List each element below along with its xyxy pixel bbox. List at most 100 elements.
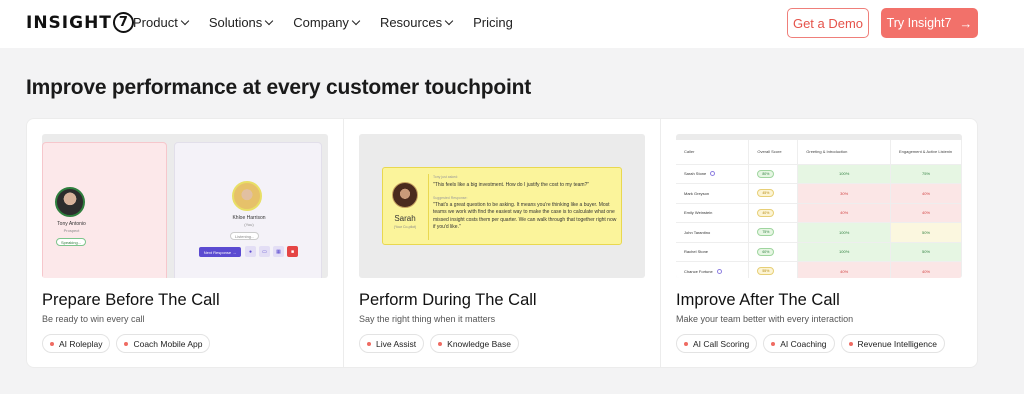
engagement-cell: 40% — [890, 203, 962, 223]
menu-item-resources[interactable]: Resources — [380, 15, 454, 30]
chevron-down-icon — [444, 16, 454, 26]
score-cell: 45% — [748, 183, 799, 204]
camera-icon: ▭ — [259, 246, 270, 257]
try-button-label: Try Insight7 — [886, 16, 952, 30]
column-header: Caller — [676, 140, 750, 165]
tag-label: AI Roleplay — [59, 338, 103, 349]
menu-item-company[interactable]: Company — [293, 15, 361, 30]
score-badge: 60% — [757, 247, 775, 256]
divider — [428, 174, 429, 240]
card-perform[interactable]: Sarah (Your Co-pilot) Tony just asked: "… — [343, 119, 660, 367]
caller-name: Chance Fortune — [684, 268, 713, 274]
menu-item-label: Product — [133, 15, 178, 30]
greeting-cell: 40% — [797, 203, 892, 223]
caller-cell: John Tarantino — [676, 222, 750, 243]
score-cell: 80% — [748, 164, 799, 184]
tag-label: AI Coaching — [780, 338, 827, 349]
you-role: (You) — [244, 222, 254, 227]
tag-live-assist[interactable]: Live Assist — [359, 334, 425, 353]
score-badge: 80% — [757, 169, 775, 178]
listening-status: Listening... — [230, 232, 260, 240]
menu-item-label: Pricing — [473, 15, 513, 30]
feature-cards: Tony Antonio Prospect Speaking... Khloe … — [26, 118, 978, 368]
answer-text: "That's a great question to be asking. I… — [433, 202, 617, 230]
caller-name: Mark Greyson — [684, 190, 710, 196]
menu-item-product[interactable]: Product — [133, 15, 190, 30]
table-row: Sarah Stone 80% 100% 75% — [676, 164, 962, 184]
tag-ai-coaching[interactable]: AI Coaching — [763, 334, 835, 353]
card-tags: AI Call Scoring AI Coaching Revenue Inte… — [676, 334, 951, 353]
top-nav: INSIGHT 7 Product Solutions Company Reso… — [0, 0, 1024, 48]
menu-item-label: Solutions — [208, 15, 263, 30]
greeting-cell: 100% — [797, 242, 892, 262]
caller-cell: Mark Greyson — [676, 183, 750, 204]
caller-cell: Chance Fortune — [676, 261, 750, 278]
table-row: Chance Fortune 55% 40% 40% — [676, 261, 962, 278]
score-badge: 45% — [757, 189, 775, 198]
card-title: Improve After The Call — [676, 291, 840, 309]
live-assist-visual: Sarah (Your Co-pilot) Tony just asked: "… — [359, 134, 645, 278]
table-row: Emily Weinstein 40% 40% 40% — [676, 203, 962, 223]
copilot-suggestion-box: Sarah (Your Co-pilot) Tony just asked: "… — [382, 167, 622, 245]
call-scoring-visual: Caller Overall Score Greeting & Introduc… — [676, 134, 962, 278]
question-label: Tony just asked: — [433, 175, 459, 179]
copilot-role: (Your Co-pilot) — [393, 225, 417, 229]
score-cell: 75% — [748, 222, 799, 243]
you-name: Khloe Harrison — [232, 215, 266, 221]
caller-name: Sarah Stone — [684, 171, 707, 177]
card-subtitle: Make your team better with every interac… — [676, 314, 854, 324]
main-menu: Product Solutions Company Resources Pric… — [133, 15, 534, 30]
info-icon — [710, 171, 716, 177]
speaking-status: Speaking... — [56, 238, 87, 246]
table-row: Rachel Stone 60% 100% 50% — [676, 242, 962, 262]
tag-ai-call-scoring[interactable]: AI Call Scoring — [676, 334, 758, 353]
caller-cell: Rachel Stone — [676, 242, 750, 262]
score-cell: 40% — [748, 203, 799, 223]
logo[interactable]: INSIGHT 7 — [26, 12, 134, 33]
tag-coach-mobile-app[interactable]: Coach Mobile App — [116, 334, 211, 353]
card-tags: AI Roleplay Coach Mobile App — [42, 334, 216, 353]
mic-icon: ● — [245, 246, 256, 257]
dot-icon — [848, 341, 853, 346]
chevron-down-icon — [180, 16, 190, 26]
answer-label: Suggested Response: — [433, 196, 468, 200]
tag-knowledge-base[interactable]: Knowledge Base — [430, 334, 519, 353]
engagement-cell: 40% — [890, 183, 962, 204]
score-cell: 55% — [748, 261, 799, 278]
dot-icon — [124, 341, 129, 346]
score-badge: 40% — [757, 208, 775, 217]
engagement-cell: 40% — [890, 261, 962, 278]
caller-name: John Tarantino — [684, 229, 711, 235]
logo-mark: 7 — [112, 12, 134, 33]
table-row: Mark Greyson 45% 30% 40% — [676, 183, 962, 204]
engagement-cell: 75% — [890, 164, 962, 184]
card-prepare[interactable]: Tony Antonio Prospect Speaking... Khloe … — [27, 119, 343, 367]
prospect-avatar — [55, 187, 85, 217]
dot-icon — [438, 341, 443, 346]
logo-text: INSIGHT — [26, 12, 112, 33]
dot-icon — [50, 341, 54, 346]
you-panel: Khloe Harrison (You) Listening... — [174, 142, 322, 278]
get-demo-button[interactable]: Get a Demo — [787, 8, 869, 38]
dot-icon — [684, 341, 688, 346]
tag-label: Coach Mobile App — [133, 338, 203, 349]
caller-name: Rachel Stone — [684, 249, 709, 255]
menu-item-solutions[interactable]: Solutions — [208, 15, 274, 30]
engagement-cell: 50% — [890, 242, 962, 262]
tag-revenue-intelligence[interactable]: Revenue Intelligence — [840, 334, 945, 353]
try-insight7-button[interactable]: Try Insight7 → — [881, 8, 978, 38]
tag-ai-roleplay[interactable]: AI Roleplay — [42, 334, 111, 353]
sarah-avatar — [392, 182, 418, 208]
menu-item-pricing[interactable]: Pricing — [473, 15, 513, 30]
tag-label: AI Call Scoring — [693, 338, 750, 349]
dot-icon — [771, 341, 776, 346]
copilot-name: Sarah — [394, 214, 416, 223]
column-header: Overall Score — [748, 140, 799, 165]
roleplay-visual: Tony Antonio Prospect Speaking... Khloe … — [42, 134, 328, 278]
score-badge: 75% — [757, 228, 775, 237]
tag-label: Revenue Intelligence — [857, 338, 937, 349]
menu-item-label: Company — [293, 15, 349, 30]
question-text: "This feels like a big investment. How d… — [433, 182, 590, 188]
table-row: John Tarantino 75% 100% 50% — [676, 222, 962, 243]
card-improve[interactable]: Caller Overall Score Greeting & Introduc… — [660, 119, 977, 367]
